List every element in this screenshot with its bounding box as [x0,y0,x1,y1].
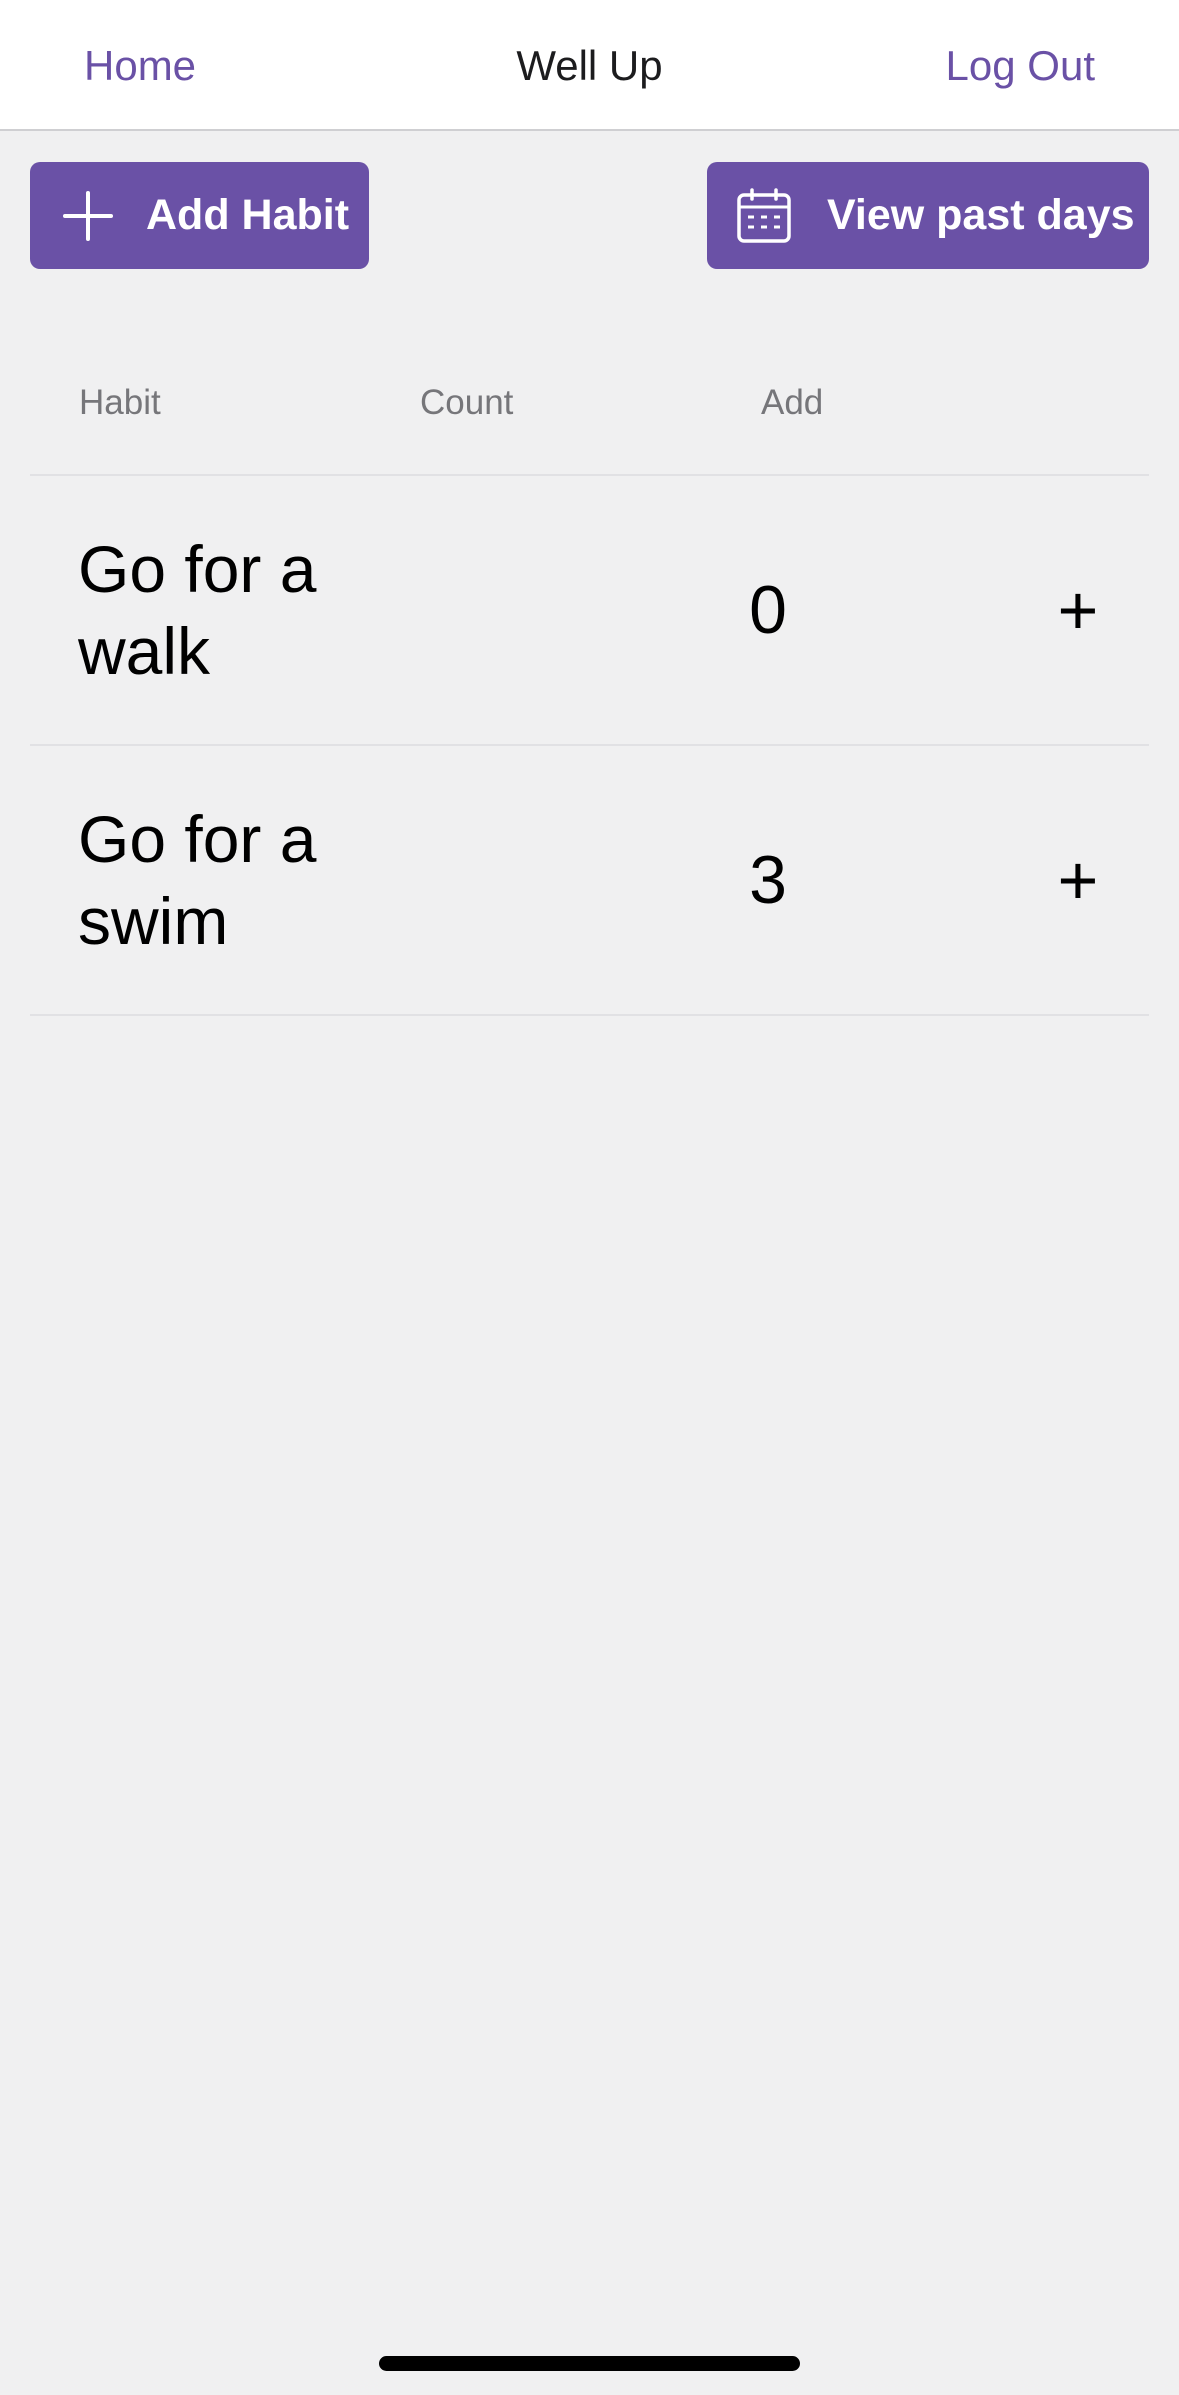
logout-link[interactable]: Log Out [946,0,1095,131]
view-past-days-label: View past days [827,191,1135,239]
column-header-add: Add [761,383,824,422]
home-indicator [379,2356,800,2371]
navbar: Well Up Home Log Out [0,0,1179,131]
habit-count: 0 [749,572,787,648]
table-row: Go for a swim 3 + [30,746,1149,1014]
add-habit-button[interactable]: Add Habit [30,162,369,269]
habit-name: Go for a walk [78,532,317,688]
increment-button[interactable]: + [1030,476,1126,744]
add-habit-label: Add Habit [146,191,350,239]
column-header-habit: Habit [79,383,161,422]
table-divider [30,1014,1149,1016]
table-row: Go for a walk 0 + [30,476,1149,744]
column-header-count: Count [420,383,514,422]
habit-count: 3 [749,842,787,918]
home-link[interactable]: Home [84,0,196,131]
calendar-icon [735,187,793,245]
habit-name: Go for a swim [78,802,317,958]
increment-button[interactable]: + [1030,746,1126,1014]
view-past-days-button[interactable]: View past days [707,162,1149,269]
plus-icon [62,190,114,242]
